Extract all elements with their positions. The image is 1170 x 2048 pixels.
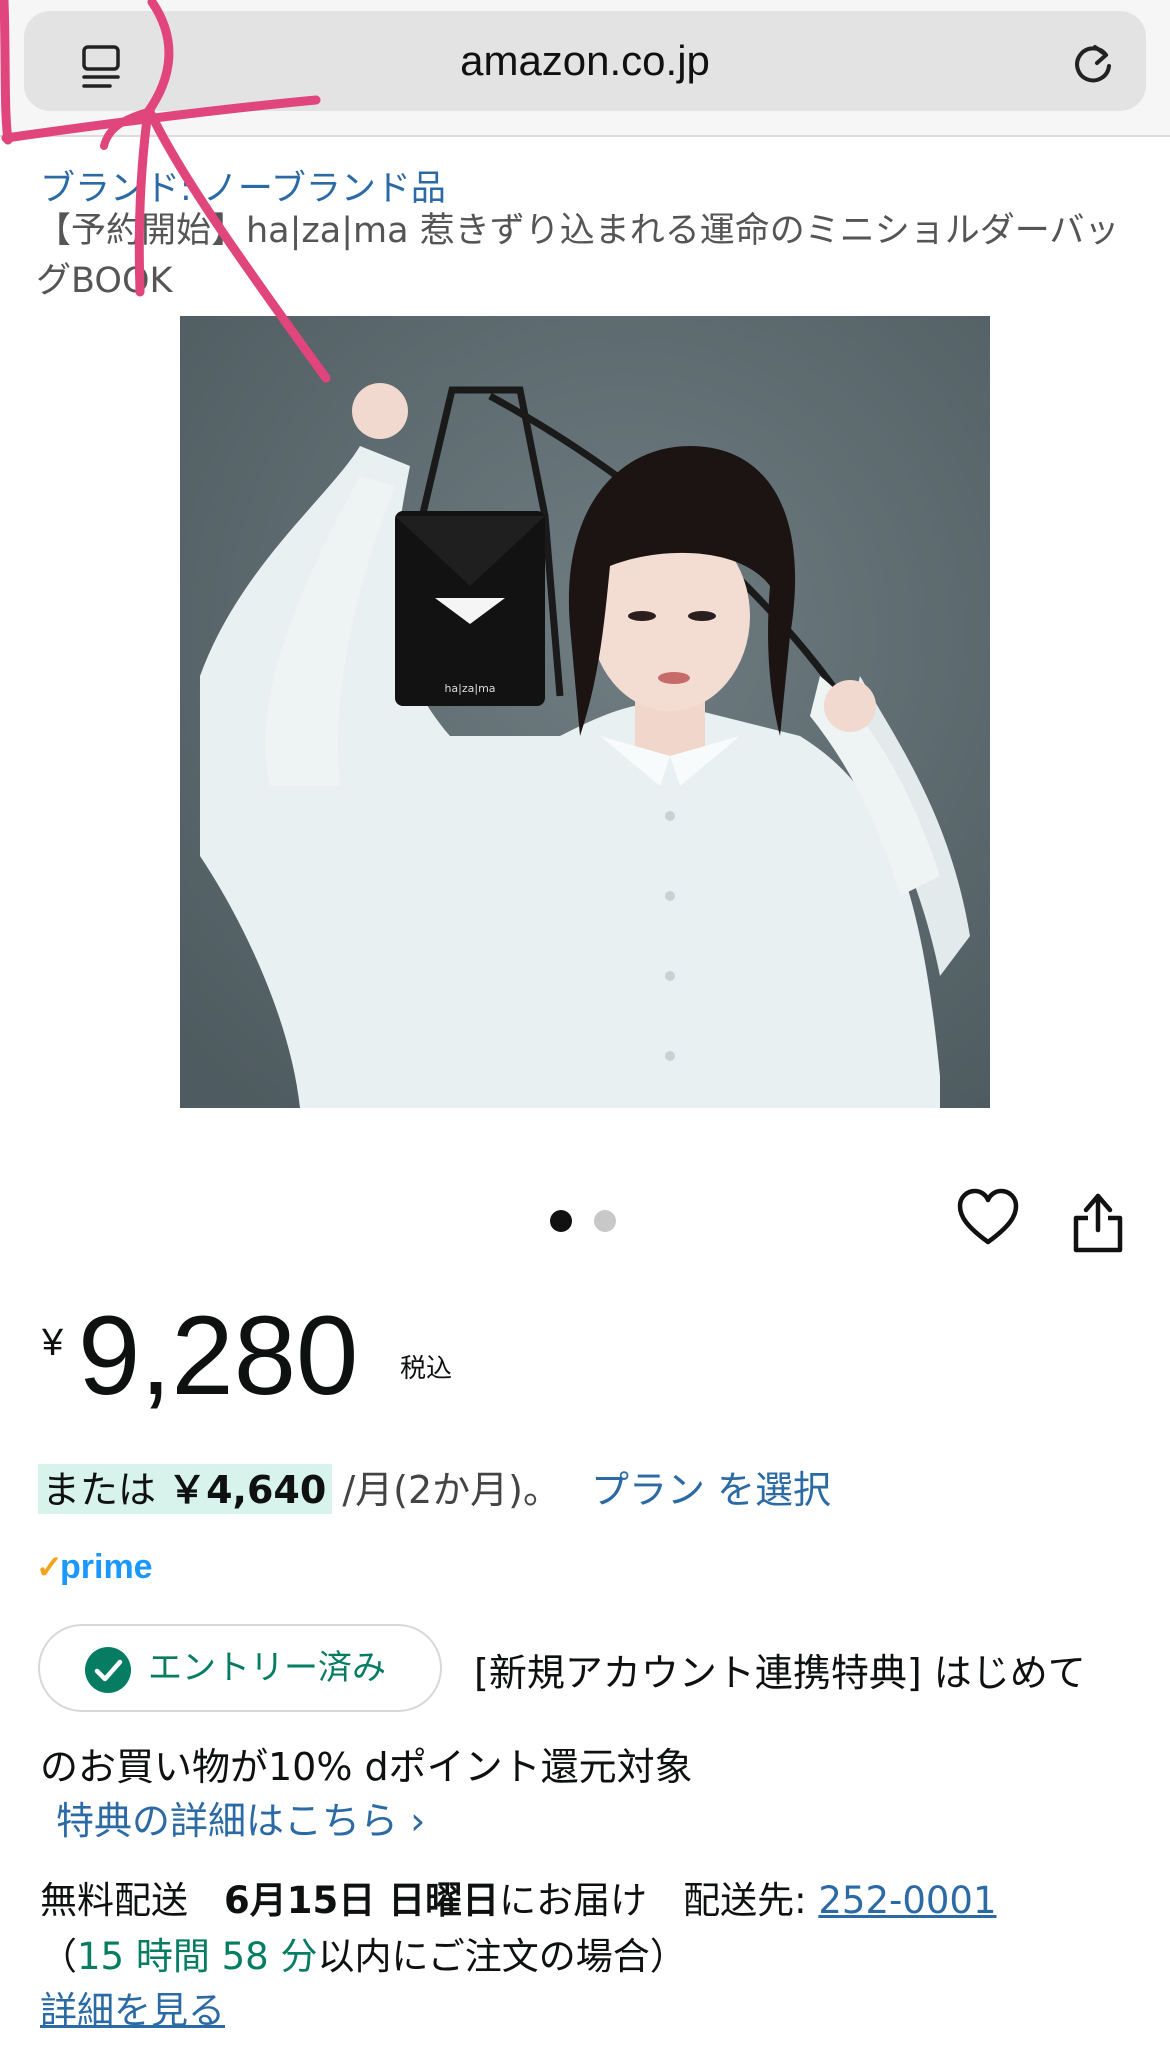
order-deadline-row: （15 時間 58 分以内にご注文の場合） [40, 1926, 687, 1980]
order-countdown: 15 時間 58 分 [77, 1935, 318, 1978]
product-photo-illustration: ha|za|ma [180, 316, 990, 1108]
share-icon[interactable] [1072, 1188, 1124, 1254]
benefit-details-link[interactable]: 特典の詳細はこちら › [56, 1790, 425, 1845]
product-image[interactable]: ha|za|ma [180, 316, 990, 1108]
prime-logo: ✓ prime [36, 1548, 153, 1586]
check-circle-icon [85, 1647, 131, 1693]
ship-to-label: 配送先: [683, 1879, 807, 1922]
free-delivery-label: 無料配送 [40, 1879, 188, 1922]
entry-status-pill[interactable]: エントリー済み [38, 1624, 442, 1712]
installment-amount: ￥4,640 [168, 1468, 327, 1512]
installment-suffix: /月(2か月)。 [342, 1468, 561, 1512]
browser-toolbar: amazon.co.jp [0, 0, 1170, 137]
entry-label: エントリー済み [148, 1648, 386, 1688]
delivery-row: 無料配送 6月15日 日曜日にお届け 配送先: 252-0001 [40, 1870, 997, 1924]
postal-code-link[interactable]: 252-0001 [818, 1879, 996, 1922]
promotion-text-line2: のお買い物が10% dポイント還元対象 [40, 1745, 693, 1789]
installment-prefix: または [42, 1468, 157, 1512]
select-plan-link[interactable]: プラン を選択 [591, 1466, 831, 1514]
currency-symbol: ¥ [42, 1322, 64, 1364]
bag-logo: ha|za|ma [444, 682, 495, 695]
promotion-text-line1: [新規アカウント連携特典] はじめて [474, 1651, 1086, 1695]
reload-icon[interactable] [1068, 39, 1118, 89]
tax-label: 税込 [400, 1354, 453, 1384]
prime-text: prime [60, 1548, 153, 1586]
heart-icon[interactable] [956, 1188, 1020, 1248]
installment-row: または ￥4,640/月(2か月)。 プラン を選択 [38, 1464, 831, 1516]
carousel-dot[interactable] [594, 1210, 616, 1232]
installment-highlight: または ￥4,640 [38, 1464, 333, 1514]
price-amount: 9,280 [78, 1293, 359, 1418]
carousel-dot-active[interactable] [550, 1210, 572, 1232]
prime-check: ✓ [36, 1549, 63, 1585]
delivery-details-link[interactable]: 詳細を見る [40, 1980, 225, 2034]
order-suffix: 以内にご注文の場合） [317, 1935, 687, 1978]
address-bar[interactable]: amazon.co.jp [24, 11, 1146, 111]
brand-link[interactable]: ブランド: ノーブランド品 [40, 160, 446, 211]
delivery-date: 6月15日 日曜日 [224, 1879, 500, 1922]
order-prefix: （ [40, 1935, 77, 1978]
product-title: 【予約開始】ha|za|ma 惹きずり込まれる運命のミニショルダーバッグBOOK [36, 211, 1120, 301]
image-carousel-dots[interactable] [550, 1210, 630, 1234]
delivery-date-suffix: にお届け [499, 1879, 648, 1922]
url-text[interactable]: amazon.co.jp [24, 11, 1146, 111]
